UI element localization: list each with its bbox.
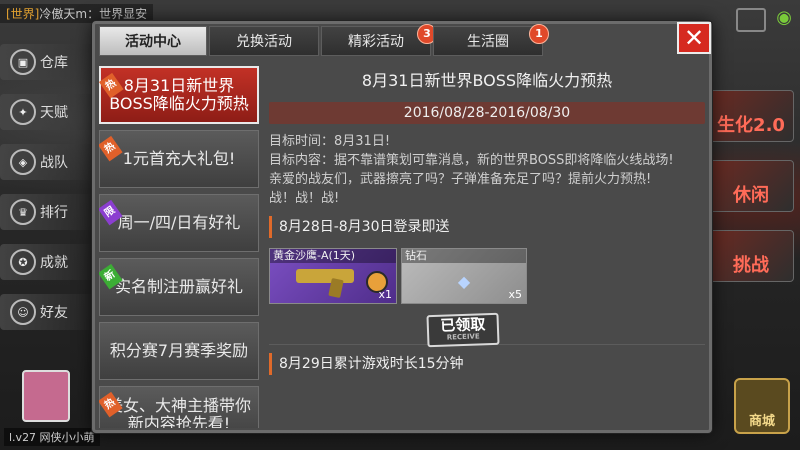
event-list-item[interactable]: 热美女、大神主播带你新内容抢先看! [99,386,259,428]
mode-bio[interactable]: 生化2.0 [708,90,794,142]
side-item-label: 战队 [40,155,68,171]
box-icon: ▣ [10,49,36,75]
event-list-label: 8月31日新世界BOSS降临火力预热 [109,76,249,113]
chat-message: 冷傲天m：世界显安 [39,7,148,21]
mode-panel: 生化2.0 休闲 挑战 [708,90,794,300]
side-item-label: 天赋 [40,105,68,121]
mode-casual[interactable]: 休闲 [708,160,794,212]
side-item-friends[interactable]: ☺ 好友 [0,294,96,330]
pistol-grip-icon [328,277,344,299]
talent-icon: ✦ [10,99,36,125]
event-line: 目标内容：据不靠谱策划可靠消息，新的世界BOSS即将降临火线战场! [269,153,674,168]
close-button[interactable]: ✕ [677,22,711,54]
side-item-achievement[interactable]: ✪ 成就 [0,244,96,280]
pistol-icon [296,269,354,283]
tab-event-center[interactable]: 活动中心 [99,26,207,56]
event-list-label: 周一/四/日有好礼 [117,213,241,232]
side-item-rank[interactable]: ♛ 排行 [0,194,96,230]
tab-featured[interactable]: 精彩活动 3 [321,24,437,56]
reward-row: 黄金沙鹰-A(1天) x1 钻石 ◆ x5 [269,248,705,306]
event-list-label: 实名制注册赢好礼 [114,277,243,296]
reward-qty: x1 [378,288,392,301]
mode-challenge[interactable]: 挑战 [708,230,794,282]
side-item-label: 排行 [40,205,68,221]
tab-bar: 活动中心 兑换活动 精彩活动 3 生活圈 1 [99,24,549,56]
reward-name: 黄金沙鹰-A(1天) [270,249,396,263]
side-item-talent[interactable]: ✦ 天赋 [0,94,96,130]
event-list-label: 1元首充大礼包! [122,149,236,168]
event-line: 亲爱的战友们，武器擦亮了吗？子弹准备充足了吗？提前火力预热! [269,172,652,187]
player-info[interactable]: l.v27 网侠小小萌 [4,428,100,446]
tab-life-circle[interactable]: 生活圈 1 [433,24,549,56]
event-line: 目标时间：8月31日! [269,134,391,149]
event-list-item[interactable]: 限周一/四/日有好礼 [99,194,259,252]
hot-tag: 热 [99,135,123,162]
event-list-item[interactable]: 热 8月31日新世界BOSS降临火力预热 [99,66,259,124]
side-item-label: 好友 [40,305,68,321]
reward-item-golden-deagle[interactable]: 黄金沙鹰-A(1天) x1 [269,248,397,304]
trophy-icon: ✪ [10,249,36,275]
diamond-icon: ◆ [457,272,471,291]
tab-exchange[interactable]: 兑换活动 [209,26,319,56]
claimed-stamp[interactable]: 已领取 RECEIVE [426,312,500,348]
event-line: 战！战！战! [269,191,340,206]
tab-label: 生活圈 [467,34,509,50]
side-item-label: 仓库 [40,55,68,71]
event-list-item[interactable]: 热 1元首充大礼包! [99,130,259,188]
notification-badge: 1 [529,24,549,44]
side-menu: ▣ 仓库 ✦ 天赋 ◈ 战队 ♛ 排行 ✪ 成就 ☺ 好友 [0,44,96,344]
claimed-sub: RECEIVE [446,332,480,342]
event-title: 8月31日新世界BOSS降临火力预热 [361,71,613,90]
event-date: 2016/08/28-2016/08/30 [269,102,705,124]
event-list-label: 积分赛7月赛季奖励 [109,341,249,360]
side-item-team[interactable]: ◈ 战队 [0,144,96,180]
wifi-icon: ◉ [776,7,792,28]
side-item-warehouse[interactable]: ▣ 仓库 [0,44,96,80]
event-list-item[interactable]: 新实名制注册赢好礼 [99,258,259,316]
friends-icon: ☺ [10,299,36,325]
team-icon: ◈ [10,149,36,175]
side-item-label: 成就 [40,255,68,271]
rank-icon: ♛ [10,199,36,225]
chat-channel: [世界] [6,7,40,21]
section-playtime-reward: 8月29日累计游戏时长15分钟 [269,353,705,375]
event-detail: 8月31日新世界BOSS降临火力预热 2016/08/28-2016/08/30… [269,66,705,428]
event-list-item[interactable]: 积分赛7月赛季奖励 [99,322,259,380]
status-icons: ◉ [736,8,792,32]
section-login-reward: 8月28日-8月30日登录即送 [269,216,705,238]
mail-icon[interactable] [736,8,767,32]
tab-label: 活动中心 [125,34,181,50]
event-dialog: 活动中心 兑换活动 精彩活动 3 生活圈 1 ✕ 热 8月31日新世界BOSS降临火力… [92,21,712,433]
tab-label: 精彩活动 [348,34,404,50]
tab-label: 兑换活动 [236,34,292,50]
reward-qty: x5 [508,288,522,301]
event-list: 热 8月31日新世界BOSS降临火力预热 热 1元首充大礼包! 限周一/四/日有好礼… [99,66,261,428]
pet-avatar[interactable] [22,370,70,422]
shop-button[interactable]: 商城 [734,378,790,434]
reward-name: 钻石 [402,249,526,263]
reward-item-diamond[interactable]: 钻石 ◆ x5 [401,248,527,304]
event-list-label: 美女、大神主播带你新内容抢先看! [106,396,251,429]
